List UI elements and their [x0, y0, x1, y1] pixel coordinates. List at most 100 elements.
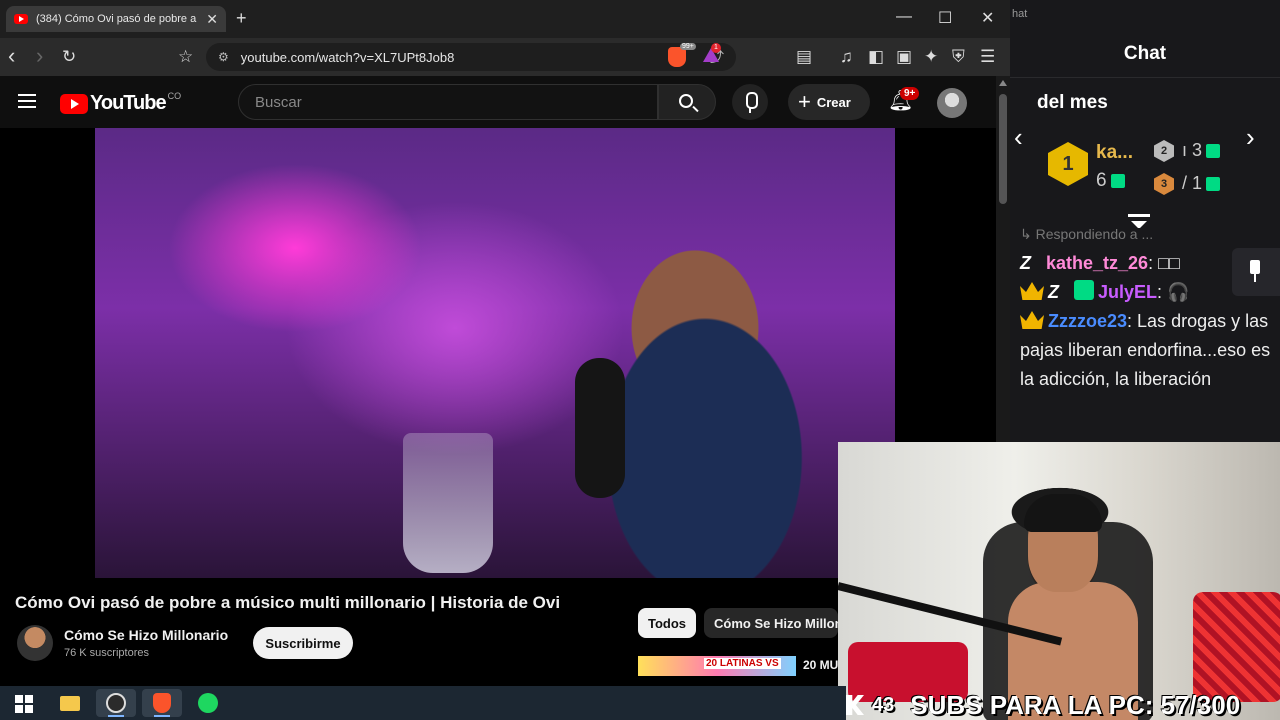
forward-button[interactable]: ›: [36, 43, 43, 69]
close-window-button[interactable]: ✕: [981, 8, 994, 28]
crown-badge-icon: [1020, 282, 1044, 300]
browser-toolbar: ‹ › ↻ ☆ ⚙ youtube.com/watch?v=XL7UPt8Job…: [0, 38, 1010, 76]
search-input[interactable]: Buscar: [238, 84, 658, 120]
pin-icon[interactable]: [1232, 248, 1280, 296]
channel-name[interactable]: Cómo Se Hizo Millonario: [64, 627, 228, 643]
address-bar[interactable]: ⚙ youtube.com/watch?v=XL7UPt8Job8 ⤴: [206, 43, 736, 71]
youtube-wordmark: YouTube: [90, 92, 167, 114]
channel-avatar[interactable]: [17, 625, 53, 661]
account-avatar[interactable]: [937, 88, 967, 118]
next-video-title[interactable]: 20 MU: [803, 658, 838, 672]
reply-context: ↳ Respondiendo a ...: [1020, 228, 1154, 242]
kick-logo-icon: [846, 695, 864, 715]
search-placeholder: Buscar: [255, 93, 302, 111]
create-label: Crear: [816, 94, 851, 110]
maximize-button[interactable]: ☐: [938, 8, 952, 28]
video-player[interactable]: [95, 128, 895, 578]
z-badge-icon: Z: [1020, 253, 1031, 273]
sidebar-icon[interactable]: ◧: [868, 47, 884, 67]
obs-button[interactable]: [96, 689, 136, 717]
file-explorer-button[interactable]: [50, 689, 90, 717]
youtube-play-icon: [60, 93, 88, 114]
gift-icon: [1206, 177, 1221, 192]
kick-viewer-count: 43: [872, 693, 895, 716]
chat-message: Zzzzoe23: Las drogas y las pajas liberan…: [1020, 311, 1271, 389]
new-tab-button[interactable]: +: [236, 8, 247, 29]
gift-icon: [1110, 173, 1125, 188]
next-video-thumbnail[interactable]: 20 LATINAS VS: [638, 656, 796, 676]
leaderboard-prev-icon[interactable]: ‹: [1014, 122, 1023, 153]
youtube-logo[interactable]: YouTube CO: [60, 90, 182, 115]
notification-badge: 9+: [900, 87, 920, 100]
rewards-count: 1: [711, 43, 721, 53]
video-title: Cómo Ovi pasó de pobre a músico multi mi…: [15, 593, 561, 612]
webcam-feed: [838, 442, 1280, 720]
reload-button[interactable]: ↻: [62, 47, 76, 67]
brave-button[interactable]: [142, 689, 182, 717]
spotify-button[interactable]: [188, 689, 228, 717]
chat-window-label: hat: [1010, 0, 1280, 30]
vpn-icon[interactable]: ⛨: [952, 47, 965, 67]
country-code: CO: [167, 90, 182, 101]
subscribe-button[interactable]: Suscribirme: [253, 627, 353, 659]
channel-subscribers: 76 K suscriptores: [64, 647, 149, 659]
back-button[interactable]: ‹: [8, 43, 15, 69]
scrollbar-thumb[interactable]: [999, 94, 1007, 204]
leaderboard-next-icon[interactable]: ›: [1246, 122, 1255, 153]
chip-channel[interactable]: Cómo Se Hizo Millonario: [704, 608, 838, 638]
guide-menu-icon[interactable]: [18, 94, 36, 108]
leaderboard-heading: del mes: [1037, 92, 1108, 113]
red-chair: [1193, 592, 1280, 702]
music-icon[interactable]: ♫: [840, 47, 853, 67]
streamer-hair: [1024, 494, 1102, 532]
menu-icon[interactable]: ☰: [980, 47, 995, 67]
brave-icon: [153, 693, 171, 713]
browser-tab[interactable]: (384) Cómo Ovi pasó de pobre a ✕: [6, 6, 226, 32]
rank-2-badge: 2: [1154, 140, 1174, 162]
address-url: youtube.com/watch?v=XL7UPt8Job8: [240, 49, 455, 65]
thumbnail-text: 20 LATINAS VS: [704, 658, 781, 669]
windows-logo-icon: [15, 695, 33, 713]
reader-mode-icon[interactable]: ▤: [796, 47, 812, 67]
gift-leaderboard: del mes ‹ › 1 ka... 6 2 ı 3 3 / 1: [1010, 78, 1280, 229]
rank-1-name: ka...: [1096, 142, 1133, 163]
chat-text: □□: [1158, 253, 1180, 273]
tab-close-icon[interactable]: ✕: [206, 11, 218, 28]
collapse-leaderboard-icon[interactable]: [1128, 214, 1150, 229]
windows-taskbar: [0, 686, 846, 720]
scroll-up-icon[interactable]: [999, 80, 1007, 86]
rank-3-value: / 1: [1182, 173, 1221, 194]
search-icon: [679, 94, 693, 108]
minimize-button[interactable]: —: [896, 8, 912, 26]
rank-2-value: ı 3: [1182, 140, 1221, 161]
brave-shields-icon[interactable]: [668, 47, 686, 67]
subs-goal-text: SUBS PARA LA PC: 57/300: [910, 689, 1241, 720]
obs-icon: [106, 693, 126, 713]
spotify-icon: [198, 693, 218, 713]
water-glass: [403, 433, 493, 573]
chat-username[interactable]: JulyEL: [1098, 282, 1157, 302]
voice-search-icon[interactable]: [732, 84, 768, 120]
z-badge-icon: Z: [1048, 282, 1059, 302]
chat-username[interactable]: Zzzzoe23: [1048, 311, 1127, 331]
start-button[interactable]: [2, 689, 42, 717]
search-button[interactable]: [658, 84, 716, 120]
crown-badge-icon: [1020, 311, 1044, 329]
rank-1-badge: 1: [1048, 142, 1088, 186]
tab-title: (384) Cómo Ovi pasó de pobre a: [36, 13, 197, 25]
leo-icon[interactable]: ✦: [924, 47, 938, 67]
create-button[interactable]: + Crear: [788, 84, 870, 120]
rank-3-badge: 3: [1154, 173, 1174, 195]
emote-icon: 🎧: [1167, 282, 1190, 302]
youtube-favicon-icon: [14, 14, 28, 24]
chat-username[interactable]: kathe_tz_26: [1046, 253, 1148, 273]
gift-icon: [1206, 144, 1221, 159]
chip-all[interactable]: Todos: [638, 608, 697, 638]
chat-title: Chat: [1010, 30, 1280, 78]
site-settings-icon[interactable]: ⚙: [218, 50, 229, 64]
browser-tab-bar: (384) Cómo Ovi pasó de pobre a ✕ + — ☐ ✕: [0, 0, 1010, 38]
bookmark-button[interactable]: ☆: [178, 47, 193, 67]
podcast-microphone: [575, 358, 625, 498]
subs-goal-overlay: 43 SUBS PARA LA PC: 57/300: [846, 690, 1280, 720]
wallet-icon[interactable]: ▣: [896, 47, 912, 67]
